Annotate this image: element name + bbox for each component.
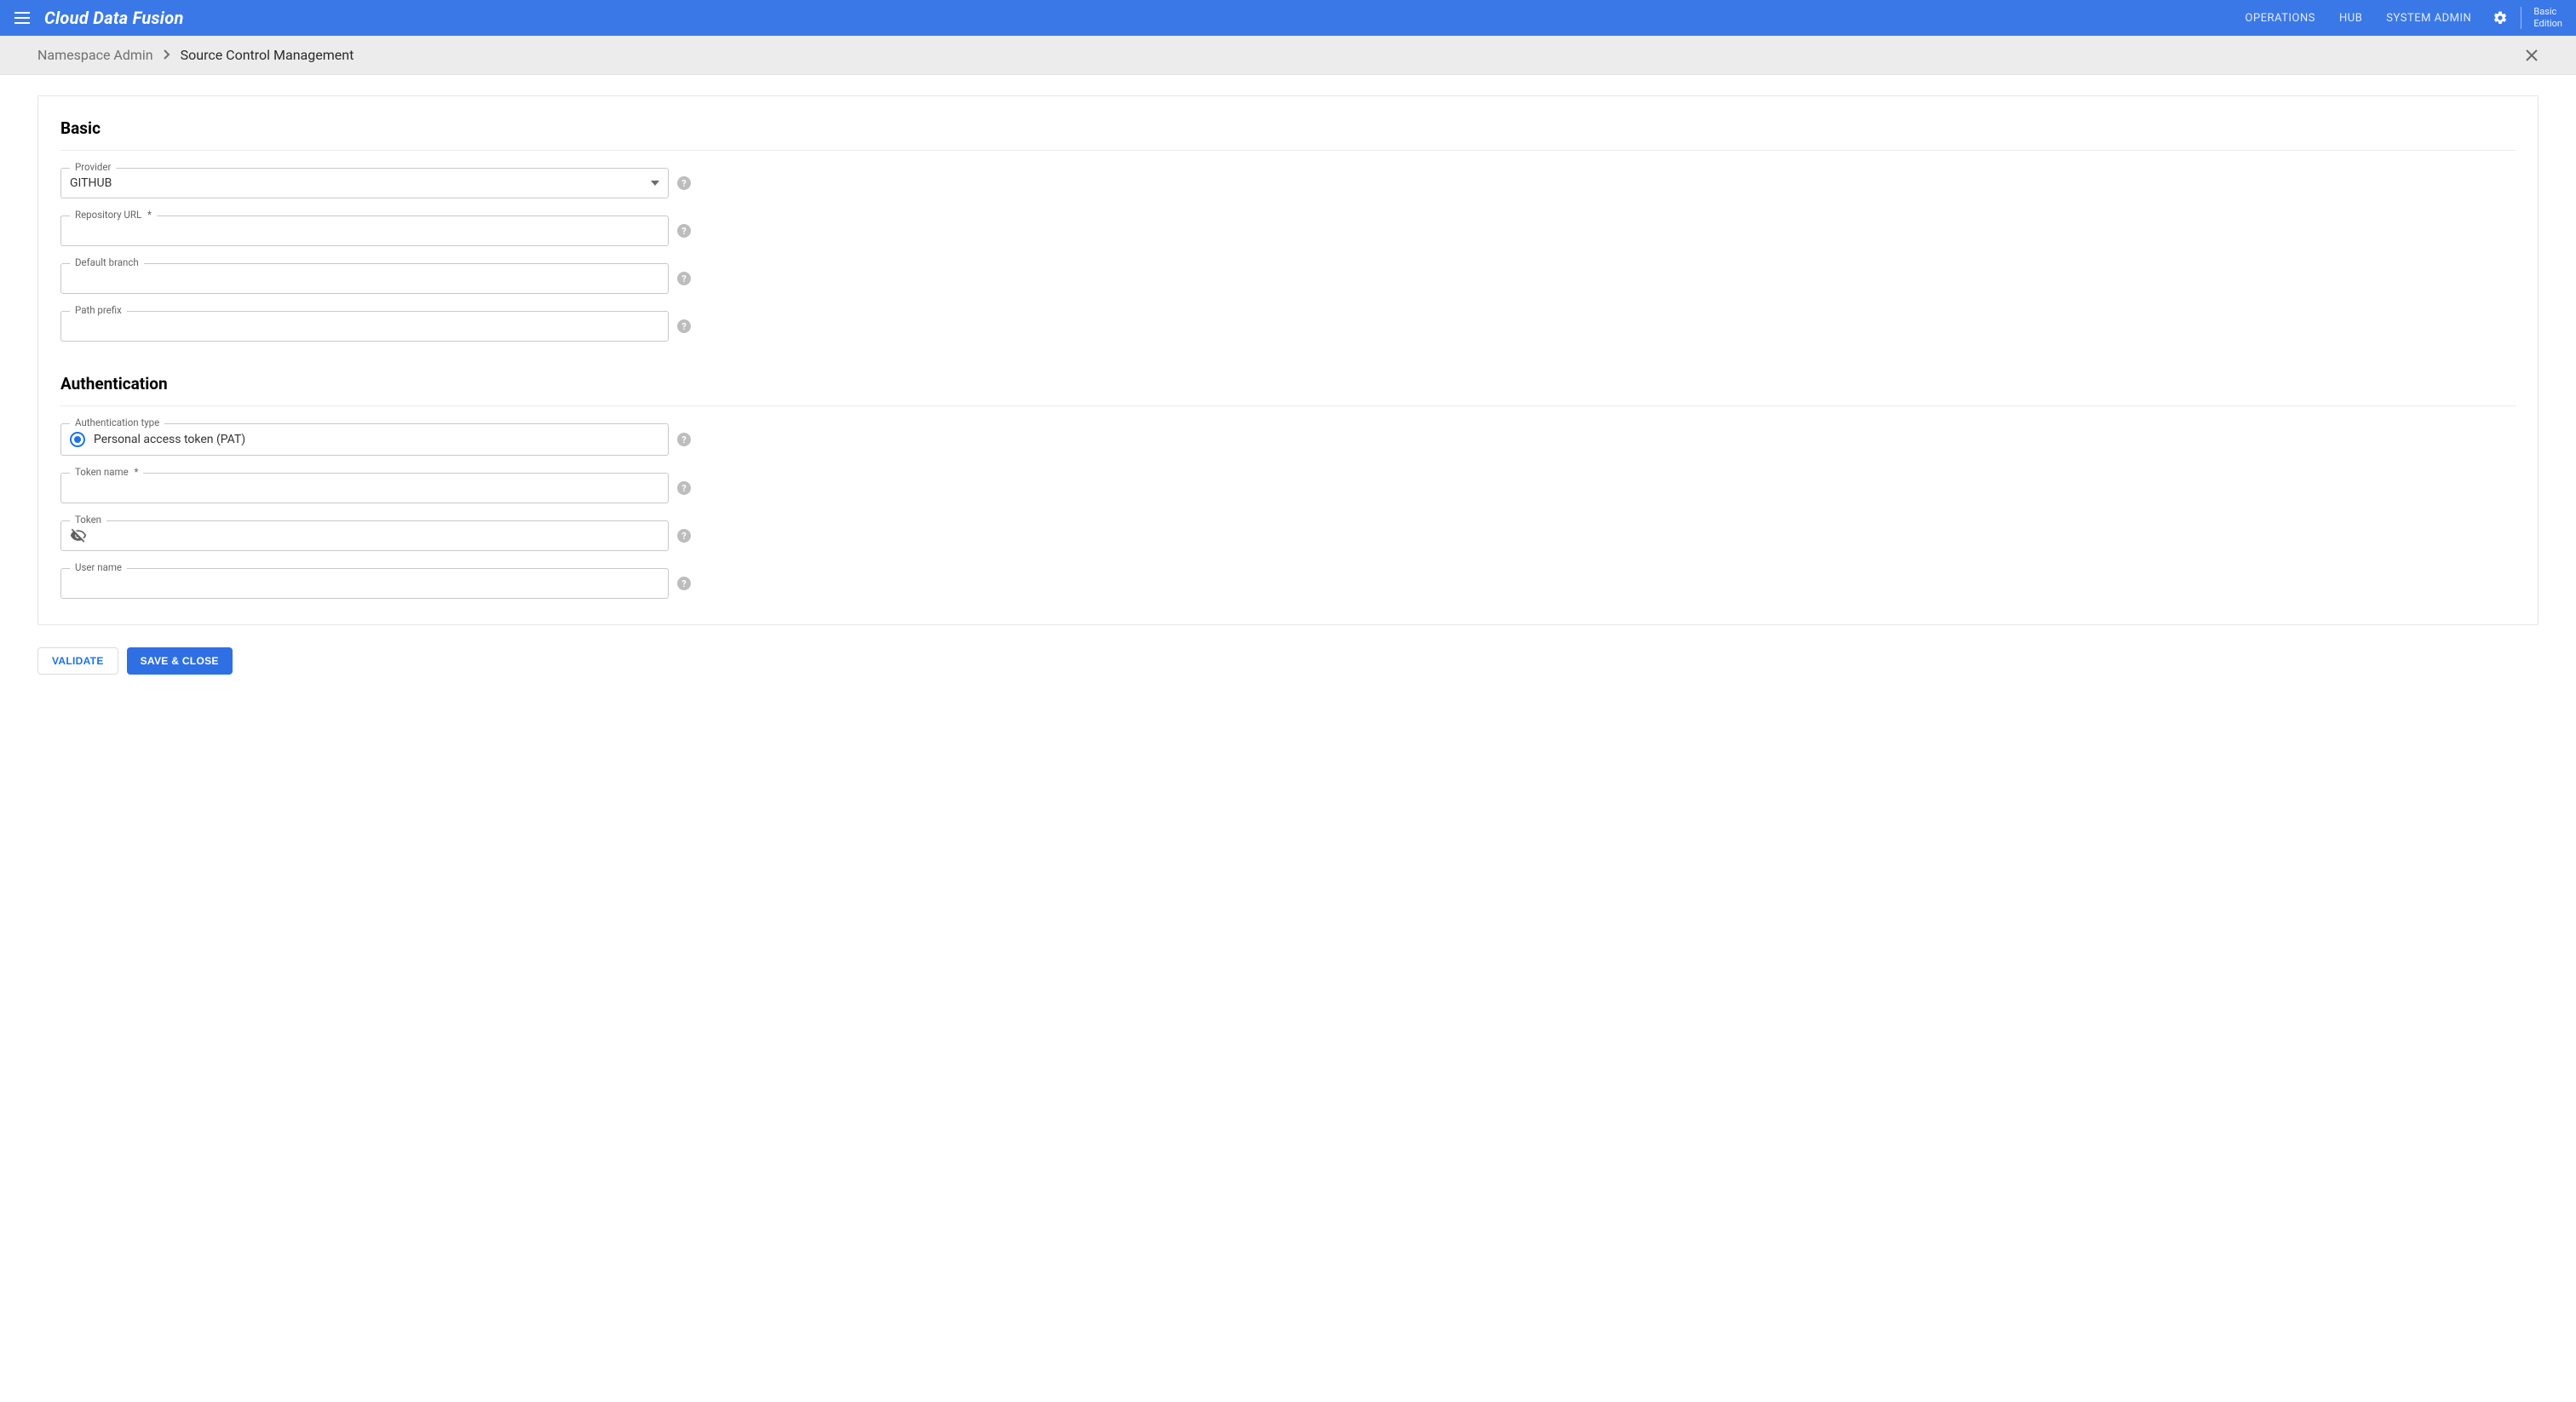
path-prefix-input[interactable] [70,313,659,340]
field-provider: Provider GITHUB ? [60,168,691,198]
edition-line1: Basic [2533,6,2562,18]
default-branch-input[interactable] [70,265,659,292]
token-name-input[interactable] [70,474,659,502]
required-mark: * [147,209,152,221]
user-name-input-box[interactable]: User name [60,568,669,599]
app-header: Cloud Data Fusion OPERATIONS HUB SYSTEM … [0,0,2576,36]
repo-url-input-box[interactable]: Repository URL * [60,215,669,246]
visibility-off-icon[interactable] [70,527,87,544]
section-rule [60,405,2516,406]
config-card: Basic Provider GITHUB ? Repository URL *… [37,95,2539,625]
repo-url-input[interactable] [70,217,659,244]
field-user-name: User name ? [60,568,691,599]
radio-icon [70,432,85,447]
breadcrumb: Namespace Admin Source Control Managemen… [37,47,354,63]
provider-select[interactable]: Provider GITHUB [60,168,669,198]
content: Basic Provider GITHUB ? Repository URL *… [0,75,2576,705]
help-icon[interactable]: ? [677,272,691,285]
provider-label: Provider [70,161,116,173]
chevron-right-icon [164,47,170,63]
field-token: Token ? [60,520,691,551]
user-name-input[interactable] [70,570,659,597]
nav-links: OPERATIONS HUB SYSTEM ADMIN [2245,12,2472,25]
default-branch-input-box[interactable]: Default branch [60,263,669,294]
save-close-button[interactable]: SAVE & CLOSE [127,647,233,675]
provider-value: GITHUB [70,176,651,190]
section-title-basic: Basic [60,118,2516,138]
auth-type-label: Authentication type [70,417,164,428]
help-icon[interactable]: ? [677,224,691,238]
app-title: Cloud Data Fusion [44,8,2245,28]
nav-hub[interactable]: HUB [2339,12,2362,25]
field-repo-url: Repository URL * ? [60,215,691,246]
path-prefix-input-box[interactable]: Path prefix [60,311,669,342]
help-icon[interactable]: ? [677,529,691,543]
nav-system-admin[interactable]: SYSTEM ADMIN [2386,12,2471,25]
edition-line2: Edition [2533,18,2562,30]
button-row: VALIDATE SAVE & CLOSE [37,647,2539,675]
help-icon[interactable]: ? [677,433,691,446]
breadcrumb-bar: Namespace Admin Source Control Managemen… [0,36,2576,75]
field-default-branch: Default branch ? [60,263,691,294]
field-path-prefix: Path prefix ? [60,311,691,342]
close-icon[interactable] [2525,49,2539,62]
token-name-input-box[interactable]: Token name * [60,473,669,503]
token-input[interactable] [92,522,659,549]
menu-icon[interactable] [14,9,31,26]
repo-url-label: Repository URL * [70,209,157,221]
validate-button[interactable]: VALIDATE [37,647,118,675]
breadcrumb-current: Source Control Management [181,47,354,63]
section-title-auth: Authentication [60,374,2516,394]
user-name-label: User name [70,561,127,573]
help-icon[interactable]: ? [677,319,691,333]
chevron-down-icon[interactable] [651,181,659,186]
field-auth-type: Authentication type Personal access toke… [60,423,691,456]
help-icon[interactable]: ? [677,176,691,190]
edition-label: Basic Edition [2533,6,2562,31]
path-prefix-label: Path prefix [70,304,127,316]
section-rule [60,150,2516,151]
field-token-name: Token name * ? [60,473,691,503]
breadcrumb-namespace-admin[interactable]: Namespace Admin [37,47,153,63]
required-mark: * [135,466,139,478]
help-icon[interactable]: ? [677,577,691,590]
default-branch-label: Default branch [70,256,144,268]
token-input-box[interactable]: Token [60,520,669,551]
nav-operations[interactable]: OPERATIONS [2245,12,2315,25]
token-name-label-text: Token name [75,466,129,478]
auth-type-option: Personal access token (PAT) [94,433,245,446]
auth-type-radio[interactable]: Personal access token (PAT) [70,427,245,452]
auth-type-box: Authentication type Personal access toke… [60,423,669,456]
token-name-label: Token name * [70,466,143,478]
repo-url-label-text: Repository URL [75,209,141,221]
gear-icon[interactable] [2492,9,2509,26]
help-icon[interactable]: ? [677,481,691,495]
token-label: Token [70,514,106,526]
